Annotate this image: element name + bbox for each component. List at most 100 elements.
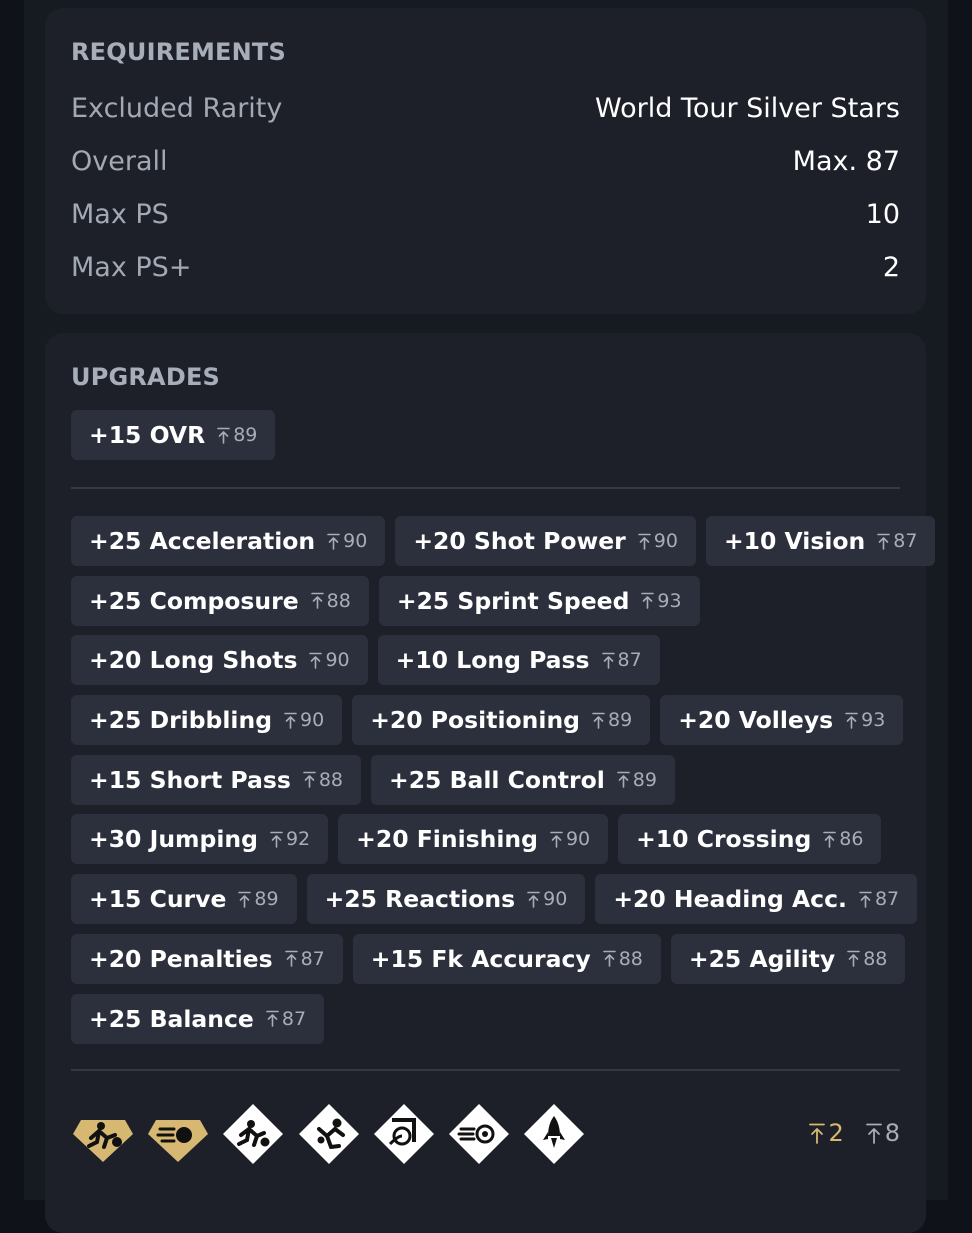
- upgrade-cap: 87: [877, 530, 917, 552]
- acrobatic-icon: [298, 1104, 359, 1164]
- upgrade-cap-value: 88: [318, 768, 343, 791]
- attribute-upgrades-list: +25 Acceleration 90 +20 Shot Power 90 +10 Vi…: [71, 516, 936, 1053]
- upgrade-chip: +10 Vision 87: [705, 516, 936, 566]
- upgrade-cap-value: 90: [300, 709, 325, 732]
- upgrade-chip: +25 Composure 88: [71, 575, 369, 626]
- cap-arrow-icon: [270, 831, 283, 848]
- requirement-value: 2: [882, 251, 900, 283]
- cap-arrow-icon: [601, 652, 615, 669]
- requirement-label: Excluded Rarity: [71, 92, 283, 124]
- upgrade-cap: 90: [550, 828, 590, 850]
- upgrade-cap: 90: [527, 888, 567, 910]
- upgrade-label: +25 Agility: [688, 944, 836, 973]
- upgrade-cap-value: 87: [281, 1007, 307, 1030]
- upgrade-chip: +15 Curve 89: [71, 874, 297, 925]
- upgrade-cap-value: 87: [874, 888, 900, 911]
- playstyle-base-count: 8: [865, 1119, 900, 1147]
- upgrade-label: +15 Fk Accuracy: [370, 944, 591, 973]
- upgrade-cap: 90: [309, 649, 350, 671]
- upgrade-cap: 89: [238, 888, 279, 910]
- upgrade-chip: +20 Long Shots 90: [71, 635, 368, 686]
- upgrade-cap: 89: [217, 424, 257, 446]
- upgrade-chip: +25 Dribbling 90: [71, 695, 343, 746]
- upgrade-chip: +20 Positioning 89: [352, 695, 651, 746]
- upgrade-cap: 87: [859, 888, 899, 910]
- divider: [71, 487, 900, 489]
- upgrade-cap-value: 89: [608, 709, 633, 732]
- upgrade-chip: +20 Finishing 90: [338, 814, 609, 865]
- upgrade-label: +30 Jumping: [89, 825, 258, 854]
- requirement-row-overall: Overall Max. 87: [71, 141, 900, 181]
- upgrade-cap: 90: [327, 530, 367, 552]
- upgrade-cap: 93: [641, 589, 682, 612]
- upgrade-label: +10 Crossing: [636, 825, 812, 854]
- upgrade-cap: 87: [266, 1008, 306, 1030]
- playstyle-plus-count-value: 2: [828, 1119, 844, 1147]
- upgrade-label: +25 Balance: [89, 1004, 254, 1033]
- cap-arrow-icon: [602, 951, 616, 968]
- cap-arrow-icon: [859, 891, 872, 908]
- upgrade-chip: +20 Shot Power 90: [395, 516, 696, 566]
- upgrade-label: +25 Dribbling: [89, 706, 273, 735]
- cap-arrow-icon: [309, 652, 323, 669]
- cap-arrow-icon: [238, 891, 252, 908]
- cap-arrow-icon: [847, 951, 861, 968]
- upgrade-chip-row: +25 Acceleration 90 +20 Shot Power 90 +10 Vi…: [71, 516, 936, 566]
- cap-arrow-icon: [845, 712, 858, 729]
- upgrade-label: +25 Ball Control: [389, 765, 605, 794]
- upgrade-label: +20 Volleys: [678, 706, 834, 735]
- ovr-upgrade-chip: +15 OVR 89: [71, 410, 276, 460]
- upgrade-chip-row: +20 Penalties 87 +15 Fk Accuracy 88 +25 Agil…: [71, 933, 911, 984]
- cap-arrow-icon: [616, 771, 630, 789]
- upgrade-cap-value: 93: [861, 709, 886, 732]
- cap-arrow-icon: [527, 891, 540, 908]
- upgrades-title: UPGRADES: [71, 363, 221, 391]
- upgrade-chip: +10 Long Pass 87: [377, 635, 660, 686]
- upgrade-cap: 92: [270, 828, 310, 850]
- divider: [71, 1069, 900, 1071]
- cap-arrow-icon: [809, 1123, 826, 1144]
- upgrade-cap-value: 87: [617, 649, 642, 672]
- upgrade-label: +15 Curve: [89, 885, 227, 914]
- upgrade-chip: +20 Penalties 87: [71, 933, 343, 984]
- playstyle-plus-count: 2: [809, 1119, 844, 1147]
- cap-arrow-icon: [592, 712, 605, 729]
- upgrade-label: +25 Composure: [89, 586, 299, 615]
- upgrade-chip: +25 Reactions 90: [306, 874, 586, 925]
- upgrade-chip: +30 Jumping 92: [71, 814, 329, 865]
- cap-arrow-icon: [284, 951, 298, 968]
- upgrade-cap-value: 88: [863, 947, 888, 970]
- upgrade-chip: +25 Ball Control 89: [371, 754, 675, 805]
- cap-arrow-icon: [327, 533, 340, 550]
- upgrade-cap-value: 89: [632, 768, 657, 791]
- upgrade-chip: +15 Short Pass 88: [71, 754, 361, 805]
- upgrade-label: +20 Long Shots: [89, 646, 298, 675]
- upgrade-cap-value: 90: [543, 888, 568, 911]
- quick-step-plus-icon: [73, 1120, 133, 1162]
- upgrade-chip-row: +25 Balance 87: [71, 993, 911, 1044]
- upgrade-cap: 93: [845, 709, 885, 731]
- upgrade-label: +20 Positioning: [370, 706, 580, 735]
- upgrade-chip: +25 Balance 87: [71, 993, 325, 1044]
- upgrade-label: +20 Shot Power: [413, 527, 626, 555]
- playstyle-counts: 2 8: [809, 1119, 900, 1147]
- upgrade-label: +15 Short Pass: [89, 765, 291, 794]
- upgrade-cap-value: 90: [653, 530, 678, 552]
- upgrade-chip: +20 Heading Acc. 87: [595, 874, 918, 925]
- upgrade-cap: 88: [310, 590, 351, 612]
- requirement-row-max-ps-plus: Max PS+ 2: [71, 247, 900, 287]
- upgrade-cap-value: 87: [300, 947, 325, 970]
- requirement-value: World Tour Silver Stars: [594, 92, 900, 124]
- requirement-value: Max. 87: [792, 145, 900, 177]
- trivela-icon: [373, 1104, 434, 1164]
- upgrade-chip-row: +20 Long Shots 90 +10 Long Pass 87: [71, 635, 911, 686]
- quick-step-icon: [223, 1104, 284, 1164]
- upgrade-cap-value: 93: [657, 589, 682, 612]
- cap-arrow-icon: [637, 533, 651, 550]
- upgrade-cap: 89: [616, 768, 657, 791]
- upgrade-chip: +15 Fk Accuracy 88: [352, 933, 661, 984]
- upgrade-cap-value: 86: [839, 828, 864, 851]
- requirements-card: REQUIREMENTS Excluded Rarity World Tour …: [45, 8, 926, 314]
- upgrades-card: UPGRADES +15 OVR 89 +25 Acceleration 90 +2…: [45, 333, 936, 1233]
- upgrade-cap-value: 90: [343, 530, 368, 552]
